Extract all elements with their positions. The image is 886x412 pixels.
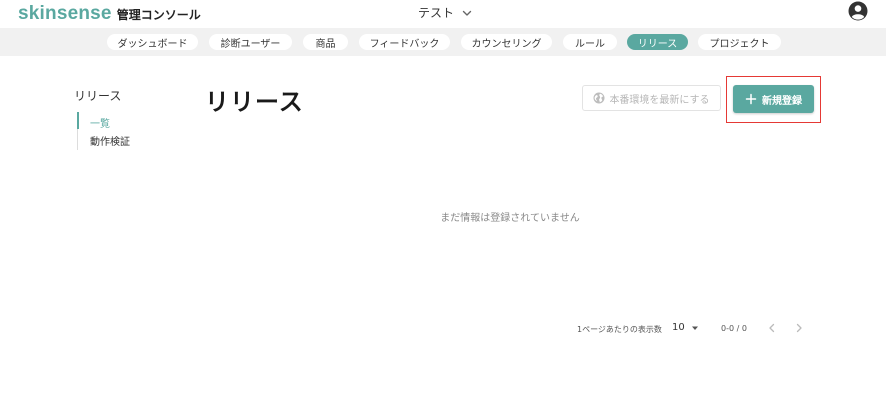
app-header: skinsense 管理コンソール テスト <box>0 0 886 26</box>
update-production-button[interactable]: 本番環境を最新にする <box>582 85 721 111</box>
chevron-down-icon <box>462 10 472 16</box>
globe-icon <box>593 92 605 104</box>
chevron-left-icon[interactable] <box>766 322 778 334</box>
rows-per-page-value: 10 <box>672 322 685 333</box>
chevron-right-icon[interactable] <box>793 322 805 334</box>
rows-per-page-select[interactable]: 10 <box>672 322 699 333</box>
rows-per-page-label: 1ページあたりの表示数 <box>577 325 662 334</box>
update-production-label: 本番環境を最新にする <box>609 94 710 106</box>
tab-dashboard[interactable]: ダッシュボード <box>107 34 198 50</box>
tab-rules[interactable]: ルール <box>563 34 617 50</box>
tab-project[interactable]: プロジェクト <box>698 34 781 50</box>
environment-selector[interactable]: テスト <box>418 4 473 21</box>
plus-icon <box>745 93 757 105</box>
new-registration-button[interactable]: 新規登録 <box>733 85 814 113</box>
console-title: 管理コンソール <box>116 8 201 22</box>
empty-state-message: まだ情報は登録されていません <box>440 213 580 224</box>
tab-release[interactable]: リリース <box>627 34 688 50</box>
brand-logo: skinsense <box>18 3 112 24</box>
main-navigation: ダッシュボード 診断ユーザー 商品 フィードバック カウンセリング ルール リリ… <box>0 28 886 56</box>
account-icon[interactable] <box>848 1 868 21</box>
sidebar-item-list[interactable]: 一覧 <box>90 115 110 130</box>
new-registration-label: 新規登録 <box>762 95 802 107</box>
sidebar-active-indicator <box>77 112 79 129</box>
sidebar-title: リリース <box>74 89 122 103</box>
sidebar-item-verification[interactable]: 動作検証 <box>90 133 130 148</box>
environment-label: テスト <box>418 6 455 20</box>
sidebar-menu: 一覧 動作検証 <box>77 112 168 150</box>
caret-down-icon <box>691 326 698 330</box>
tab-products[interactable]: 商品 <box>303 34 348 50</box>
page-title: リリース <box>205 88 304 116</box>
tab-feedback[interactable]: フィードバック <box>359 34 450 50</box>
brand[interactable]: skinsense 管理コンソール <box>18 3 201 25</box>
pagination-range: 0-0 / 0 <box>721 324 747 333</box>
tab-counseling[interactable]: カウンセリング <box>461 34 552 50</box>
tab-diagnosis-users[interactable]: 診断ユーザー <box>209 34 292 50</box>
